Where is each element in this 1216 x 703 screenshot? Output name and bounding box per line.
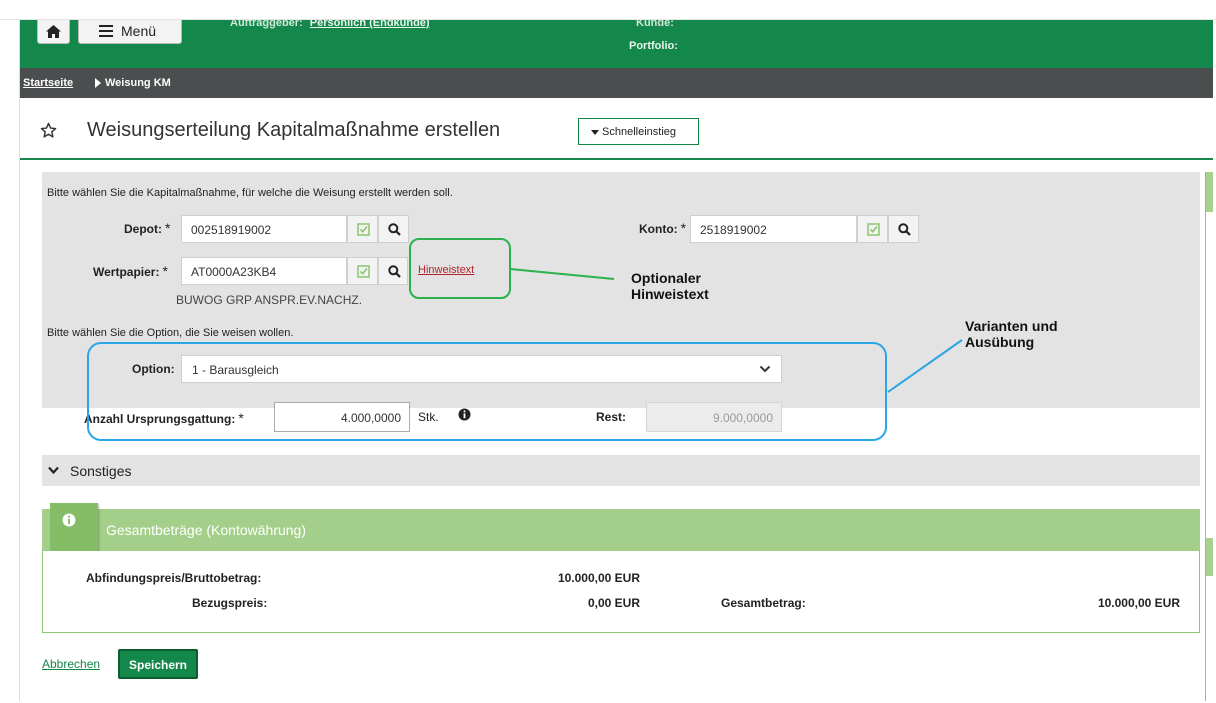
bezugspreis-value: 0,00 EUR xyxy=(587,596,640,610)
breadcrumb-home-link[interactable]: Startseite xyxy=(23,77,73,89)
chevron-down-icon xyxy=(48,466,59,475)
annotation-variant-connector xyxy=(887,339,963,393)
abfindung-label: Abfindungspreis/Bruttobetrag: xyxy=(86,571,262,585)
wertpapier-label: Wertpapier: * xyxy=(93,263,168,279)
konto-label: Konto: * xyxy=(639,220,687,236)
gesamt-panel-body xyxy=(42,551,1200,633)
scroll-marker xyxy=(1206,538,1213,576)
menu-button-label: Menü xyxy=(121,23,157,39)
konto-search-button[interactable] xyxy=(888,215,919,243)
home-button[interactable] xyxy=(37,20,70,44)
gesamt-title: Gesamtbeträge (Kontowährung) xyxy=(106,522,306,538)
save-button[interactable]: Speichern xyxy=(118,649,198,679)
kunde-label: Kunde: xyxy=(636,20,674,29)
right-scroll-strip xyxy=(1205,172,1213,701)
annotation-hint-text: Optionaler Hinweistext xyxy=(631,270,709,302)
wertpapier-input[interactable]: AT0000A23KB4 xyxy=(181,257,347,285)
cancel-link[interactable]: Abbrechen xyxy=(42,657,100,671)
annotation-hint-connector xyxy=(509,268,615,280)
wertpapier-name: BUWOG GRP ANSPR.EV.NACHZ. xyxy=(176,293,363,307)
app-frame: Menü Auftraggeber: Persönlich (Endkunde)… xyxy=(19,20,1213,701)
depot-confirm-button[interactable] xyxy=(347,215,378,243)
bezugspreis-label: Bezugspreis: xyxy=(192,596,268,610)
hamburger-icon xyxy=(99,25,113,40)
auftraggeber-info: Auftraggeber: Persönlich (Endkunde) xyxy=(230,20,430,29)
gesamtbetrag-value: 10.000,00 EUR xyxy=(1097,596,1180,610)
quick-entry-dropdown[interactable]: Schnelleinstieg xyxy=(578,118,699,145)
search-icon xyxy=(388,265,401,278)
select-instruction: Bitte wählen Sie die Kapitalmaßnahme, fü… xyxy=(47,187,453,199)
quick-entry-label: Schnelleinstieg xyxy=(602,126,676,138)
annotation-variant-outline xyxy=(87,342,887,441)
menu-button[interactable]: Menü xyxy=(78,20,182,44)
wertpapier-confirm-button[interactable] xyxy=(347,257,378,285)
save-button-label: Speichern xyxy=(128,658,188,672)
favorite-star-icon[interactable] xyxy=(40,122,57,139)
page-title: Weisungserteilung Kapitalmaßnahme erstel… xyxy=(87,119,501,141)
depot-search-button[interactable] xyxy=(378,215,409,243)
window-top-edge xyxy=(0,0,1216,20)
breadcrumb-current: Weisung KM xyxy=(105,77,171,89)
abfindung-value: 10.000,00 EUR xyxy=(557,571,640,585)
depot-input[interactable]: 002518919002 xyxy=(181,215,347,243)
check-edit-icon xyxy=(357,265,370,278)
auftraggeber-label: Auftraggeber: xyxy=(230,20,303,29)
auftraggeber-link[interactable]: Persönlich (Endkunde) xyxy=(310,20,430,29)
annotation-variant-text: Varianten und Ausübung xyxy=(965,318,1058,350)
depot-label: Depot: * xyxy=(124,220,171,236)
gesamtbetrag-label: Gesamtbetrag: xyxy=(721,596,806,610)
title-row: Weisungserteilung Kapitalmaßnahme erstel… xyxy=(20,98,1213,160)
sonstiges-section-header[interactable]: Sonstiges xyxy=(42,455,1200,486)
search-icon xyxy=(898,223,911,236)
home-icon xyxy=(46,25,61,38)
breadcrumb: Startseite Weisung KM xyxy=(20,68,1213,98)
annotation-hint-outline xyxy=(409,238,511,299)
info-icon xyxy=(62,513,76,527)
sonstiges-label: Sonstiges xyxy=(70,463,132,479)
top-header: Menü Auftraggeber: Persönlich (Endkunde)… xyxy=(20,20,1213,68)
portfolio-label: Portfolio: xyxy=(629,40,678,52)
scroll-marker xyxy=(1206,172,1213,212)
check-edit-icon xyxy=(357,223,370,236)
caret-down-icon xyxy=(591,130,599,135)
search-icon xyxy=(388,223,401,236)
konto-confirm-button[interactable] xyxy=(857,215,888,243)
check-edit-icon xyxy=(867,223,880,236)
gesamt-info-tab xyxy=(50,503,98,551)
konto-input[interactable]: 2518919002 xyxy=(690,215,857,243)
breadcrumb-arrow-icon xyxy=(95,78,101,88)
option-instruction: Bitte wählen Sie die Option, die Sie wei… xyxy=(47,327,294,339)
wertpapier-search-button[interactable] xyxy=(378,257,408,285)
